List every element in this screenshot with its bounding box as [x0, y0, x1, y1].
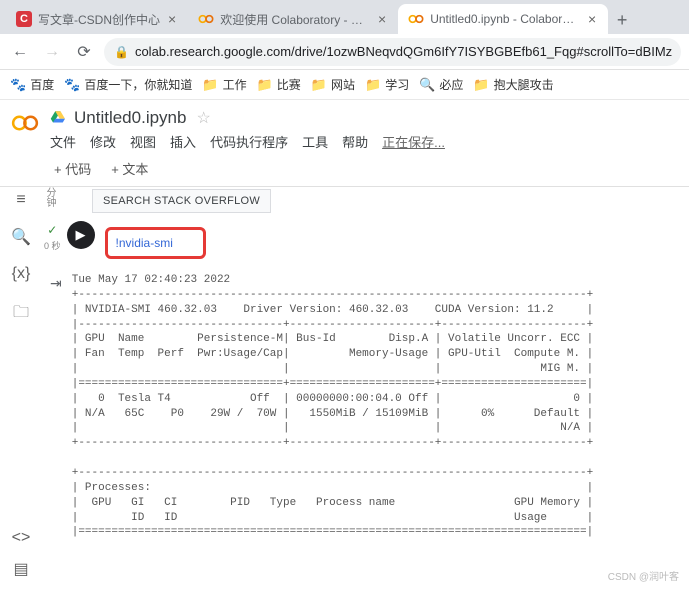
address-bar[interactable]: 🔒 colab.research.google.com/drive/1ozwBN… [104, 38, 681, 66]
toc-icon[interactable]: ≡ [16, 191, 25, 209]
terminal-icon[interactable]: ▤ [13, 559, 28, 579]
folder-icon: 📁 [311, 77, 327, 93]
tab-title: 写文章-CSDN创作中心 [38, 11, 160, 28]
exec-time: 0 秒 [44, 239, 61, 252]
bookmark-bing[interactable]: 🔍必应 [419, 76, 463, 93]
save-status: 正在保存... [382, 132, 445, 151]
tab-title: 欢迎使用 Colaboratory - Colab [220, 11, 370, 28]
favicon-csdn: C [16, 11, 32, 27]
add-text-button[interactable]: + 文本 [103, 155, 156, 182]
cell-status: ✓ 0 秒 [44, 223, 61, 252]
runtime-label: 分钟 [42, 187, 57, 207]
notebook-content: 分钟 SEARCH STACK OVERFLOW ✓ 0 秒 ▶ !nvidia… [42, 187, 689, 589]
paw-icon: 🐾 [10, 77, 26, 93]
notebook-title-bar: Untitled0.ipynb ☆ [50, 108, 679, 128]
browser-tab-strip: C 写文章-CSDN创作中心 × 欢迎使用 Colaboratory - Col… [0, 0, 689, 34]
folder-icon: 📁 [365, 77, 381, 93]
left-sidebar: ≡ 🔍 {x} 🗀 <> ▤ [0, 187, 42, 589]
star-icon[interactable]: ☆ [196, 108, 210, 128]
main-area: ≡ 🔍 {x} 🗀 <> ▤ 分钟 SEARCH STACK OVERFLOW … [0, 187, 689, 589]
folder-icon: 📁 [202, 77, 218, 93]
reload-button[interactable]: ⟳ [72, 40, 96, 64]
menu-runtime[interactable]: 代码执行程序 [210, 132, 288, 151]
browser-navbar: ← → ⟳ 🔒 colab.research.google.com/drive/… [0, 34, 689, 70]
bookmark-label: 比赛 [277, 76, 301, 93]
colab-header: Untitled0.ipynb ☆ 文件 修改 视图 插入 代码执行程序 工具 … [0, 100, 689, 151]
bookmark-baidu[interactable]: 🐾百度 [10, 76, 54, 93]
code-input[interactable]: !nvidia-smi [101, 221, 683, 265]
bookmark-label: 百度一下，你就知道 [84, 76, 192, 93]
highlighted-code: !nvidia-smi [105, 227, 206, 259]
bookmark-work[interactable]: 📁 工作 [202, 76, 246, 93]
menu-help[interactable]: 帮助 [342, 132, 368, 151]
menu-bar: 文件 修改 视图 插入 代码执行程序 工具 帮助 正在保存... [50, 132, 679, 151]
favicon-colab [408, 11, 424, 27]
bookmark-label: 学习 [385, 76, 409, 93]
close-icon[interactable]: × [586, 11, 598, 27]
menu-insert[interactable]: 插入 [170, 132, 196, 151]
menu-file[interactable]: 文件 [50, 132, 76, 151]
tab-title: Untitled0.ipynb - Colaboratory [430, 12, 580, 26]
folder-icon: 📁 [473, 77, 489, 93]
tab-colab-welcome[interactable]: 欢迎使用 Colaboratory - Colab × [188, 4, 398, 34]
bookmark-misc[interactable]: 📁 抱大腿攻击 [473, 76, 553, 93]
bookmark-label: 抱大腿攻击 [494, 76, 554, 93]
menu-view[interactable]: 视图 [130, 132, 156, 151]
folder-icon: 📁 [257, 77, 273, 93]
menu-edit[interactable]: 修改 [90, 132, 116, 151]
output-area: ⇥ Tue May 17 02:40:23 2022 +------------… [50, 273, 683, 540]
search-stackoverflow-chip[interactable]: SEARCH STACK OVERFLOW [92, 189, 271, 213]
code-cell[interactable]: ✓ 0 秒 ▶ !nvidia-smi [44, 221, 683, 265]
close-icon[interactable]: × [166, 11, 178, 27]
bookmark-site[interactable]: 📁网站 [311, 76, 355, 93]
bookmark-baidu2[interactable]: 🐾百度一下，你就知道 [64, 76, 192, 93]
check-icon: ✓ [47, 223, 57, 237]
variables-icon[interactable]: {x} [12, 265, 31, 283]
code-icon[interactable]: <> [12, 529, 31, 547]
notebook-title[interactable]: Untitled0.ipynb [74, 108, 186, 128]
new-tab-button[interactable]: + [608, 6, 636, 34]
watermark: CSDN @润叶客 [608, 568, 679, 583]
cell-output: Tue May 17 02:40:23 2022 +--------------… [72, 273, 683, 540]
files-icon[interactable]: 🗀 [13, 301, 29, 328]
toolbar: + 代码 + 文本 [0, 151, 689, 187]
tab-colab-notebook[interactable]: Untitled0.ipynb - Colaboratory × [398, 4, 608, 34]
bookmark-label: 百度 [30, 76, 54, 93]
tab-csdn[interactable]: C 写文章-CSDN创作中心 × [6, 4, 188, 34]
search-icon: 🔍 [419, 77, 435, 93]
add-code-button[interactable]: + 代码 [46, 155, 99, 182]
output-arrow-icon[interactable]: ⇥ [50, 275, 62, 292]
bookmark-study[interactable]: 📁学习 [365, 76, 409, 93]
bookmark-label: 网站 [331, 76, 355, 93]
run-cell-button[interactable]: ▶ [67, 221, 95, 249]
back-button[interactable]: ← [8, 40, 32, 64]
bookmark-contest[interactable]: 📁比赛 [257, 76, 301, 93]
search-icon[interactable]: 🔍 [11, 227, 31, 247]
forward-button[interactable]: → [40, 40, 64, 64]
lock-icon: 🔒 [114, 45, 129, 59]
bookmark-label: 工作 [223, 76, 247, 93]
bookmark-label: 必应 [439, 76, 463, 93]
colab-logo-icon[interactable] [10, 108, 40, 138]
favicon-colab [198, 11, 214, 27]
close-icon[interactable]: × [376, 11, 388, 27]
drive-icon [50, 109, 68, 127]
paw-icon: 🐾 [64, 77, 80, 93]
bookmarks-bar: 🐾百度 🐾百度一下，你就知道 📁工作 📁比赛 📁网站 📁学习 🔍必应 📁抱大腿攻… [0, 70, 689, 100]
url-text: colab.research.google.com/drive/1ozwBNeq… [135, 44, 672, 59]
menu-tools[interactable]: 工具 [302, 132, 328, 151]
